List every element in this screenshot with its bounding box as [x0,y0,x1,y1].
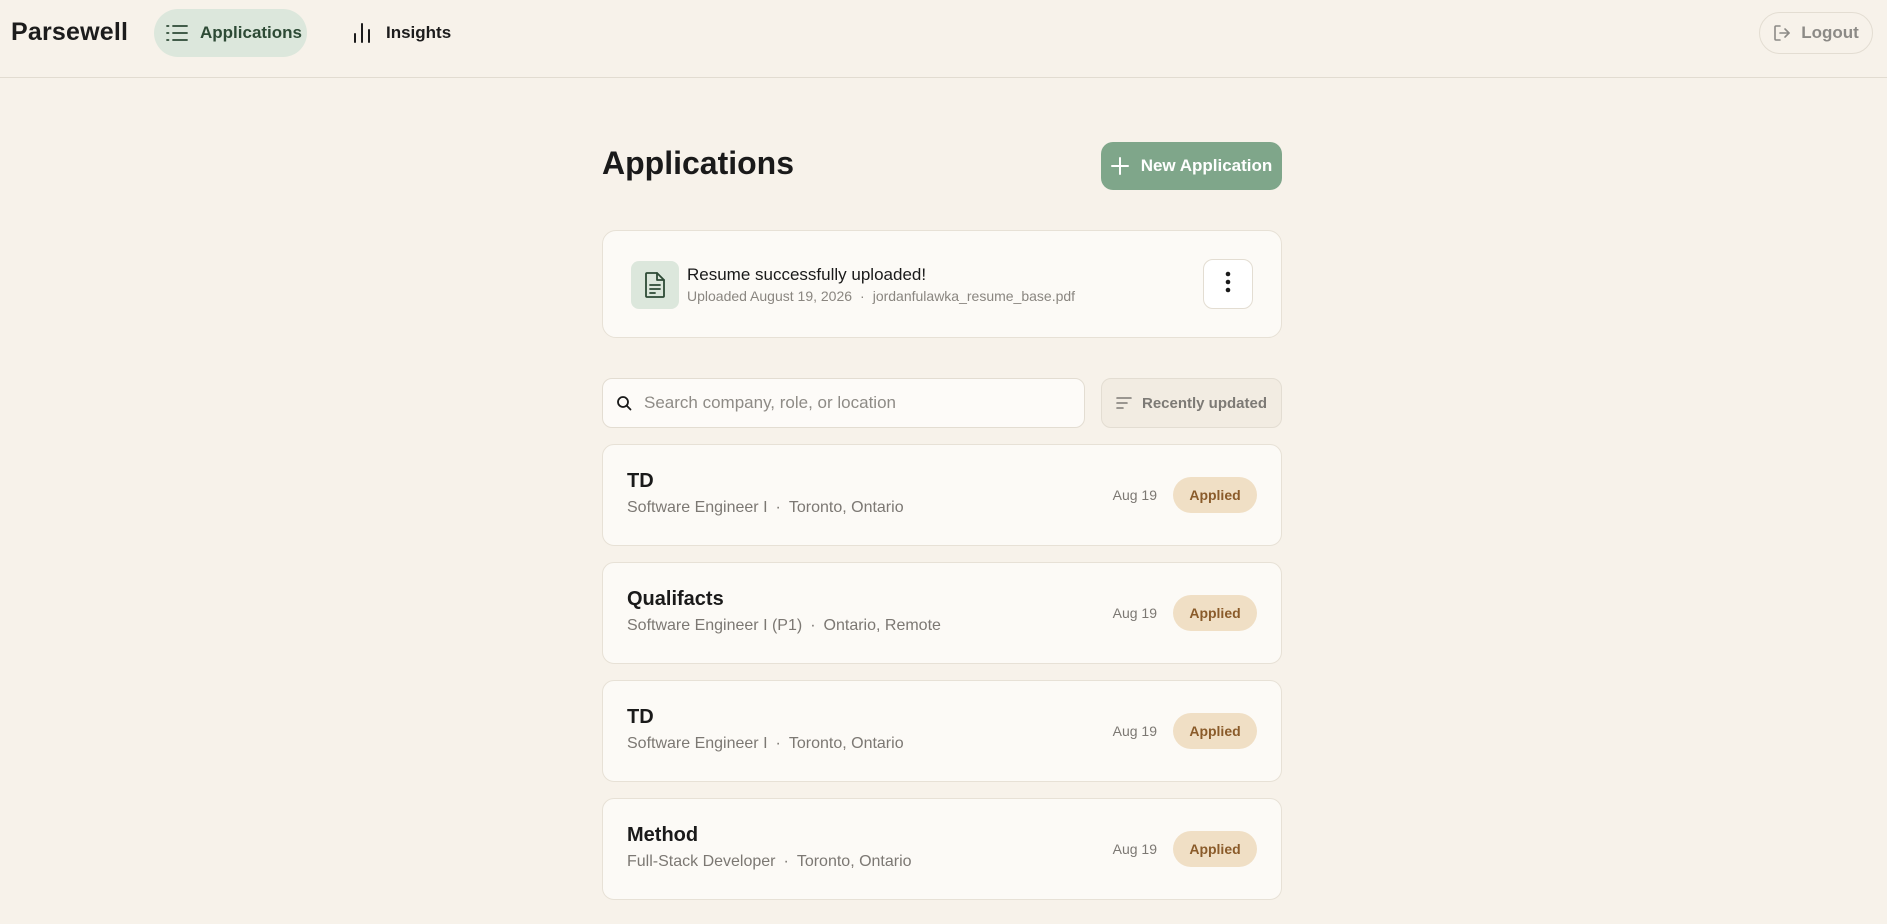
document-icon [631,261,679,309]
application-separator: · [775,499,781,516]
page-title: Applications [602,145,795,181]
application-date: Aug 19 [1112,487,1157,503]
application-card[interactable]: TD Software Engineer I · Toronto, Ontari… [602,444,1282,546]
nav-tab-insights[interactable]: Insights [342,9,472,57]
application-date: Aug 19 [1112,605,1157,621]
application-separator: · [775,735,781,752]
nav-tab-applications[interactable]: Applications [154,9,307,57]
application-separator: · [783,853,789,870]
nav-tab-applications-label: Applications [200,23,303,42]
application-role: Software Engineer I (P1) [627,617,803,634]
resume-meta-separator: · [860,288,865,304]
sort-label: Recently updated [1141,394,1268,412]
status-badge: Applied [1173,831,1257,867]
resume-upload-card: Resume successfully uploaded! Uploaded A… [602,230,1282,338]
logout-icon [1773,24,1791,42]
resume-menu-button[interactable] [1203,259,1253,309]
application-date: Aug 19 [1112,841,1157,857]
nav-tab-insights-label: Insights [386,23,452,42]
application-role: Software Engineer I [627,499,768,516]
search-box [602,378,1085,428]
application-details: Full-Stack Developer · Toronto, Ontario [627,853,912,871]
application-company: Method [627,824,699,846]
application-location: Toronto, Ontario [788,499,904,516]
application-location: Ontario, Remote [823,617,941,634]
application-details: Software Engineer I · Toronto, Ontario [627,499,904,517]
logout-button[interactable]: Logout [1759,12,1873,54]
sort-button[interactable]: Recently updated [1101,378,1282,428]
resume-status-title: Resume successfully uploaded! [687,265,927,284]
search-input[interactable] [644,393,1064,413]
application-details: Software Engineer I (P1) · Ontario, Remo… [627,617,941,635]
application-role: Software Engineer I [627,735,768,752]
top-bar: Parsewell Applications Insights Logout [0,0,1887,78]
new-application-label: New Application [1140,156,1273,175]
application-card[interactable]: Method Full-Stack Developer · Toronto, O… [602,798,1282,900]
status-badge: Applied [1173,477,1257,513]
logout-label: Logout [1801,23,1859,42]
status-badge: Applied [1173,713,1257,749]
application-company: TD [627,470,654,492]
status-badge: Applied [1173,595,1257,631]
new-application-button[interactable]: New Application [1101,142,1282,190]
application-role: Full-Stack Developer [627,853,776,870]
application-company: TD [627,706,654,728]
application-date: Aug 19 [1112,723,1157,739]
application-location: Toronto, Ontario [788,735,904,752]
brand-logo[interactable]: Parsewell [11,18,128,47]
resume-meta: Uploaded August 19, 2026 · jordanfulawka… [687,288,1075,304]
application-details: Software Engineer I · Toronto, Ontario [627,735,904,753]
application-card[interactable]: Qualifacts Software Engineer I (P1) · On… [602,562,1282,664]
kebab-menu-icon [1225,271,1231,298]
application-card[interactable]: TD Software Engineer I · Toronto, Ontari… [602,680,1282,782]
plus-icon [1110,157,1129,175]
list-icon [166,23,188,43]
bar-chart-icon [352,22,374,44]
application-company: Qualifacts [627,588,724,610]
sort-lines-icon [1116,396,1132,410]
search-icon [616,395,632,411]
resume-upload-date: Uploaded August 19, 2026 [687,288,853,304]
application-location: Toronto, Ontario [796,853,912,870]
resume-filename[interactable]: jordanfulawka_resume_base.pdf [873,288,1075,304]
application-separator: · [810,617,816,634]
